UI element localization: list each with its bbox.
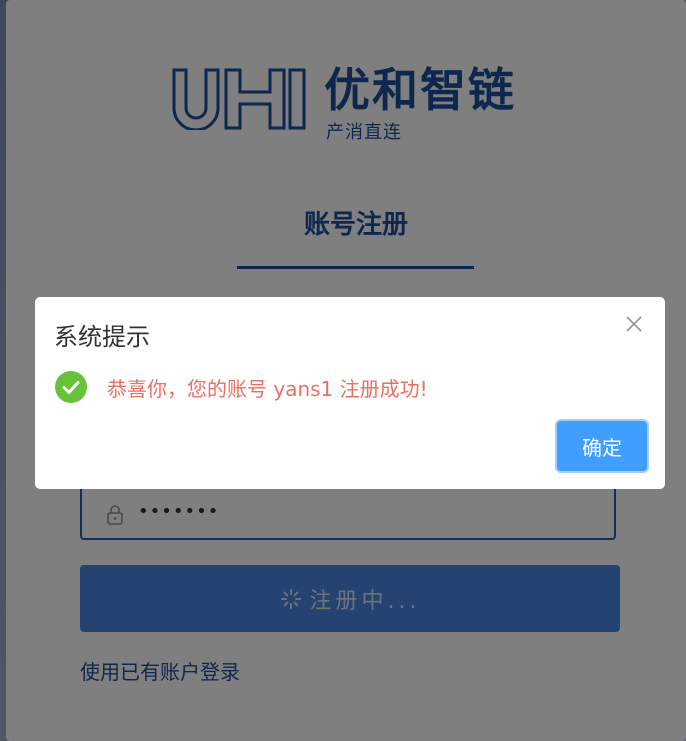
dialog-message: 恭喜你，您的账号 yans1 注册成功!: [107, 377, 428, 401]
close-icon[interactable]: [625, 315, 643, 333]
confirm-button[interactable]: 确定: [557, 421, 647, 471]
dialog-title: 系统提示: [54, 323, 150, 351]
system-message-dialog: 系统提示 恭喜你，您的账号 yans1 注册成功! 确定: [35, 297, 665, 489]
success-check-icon: [55, 371, 87, 403]
